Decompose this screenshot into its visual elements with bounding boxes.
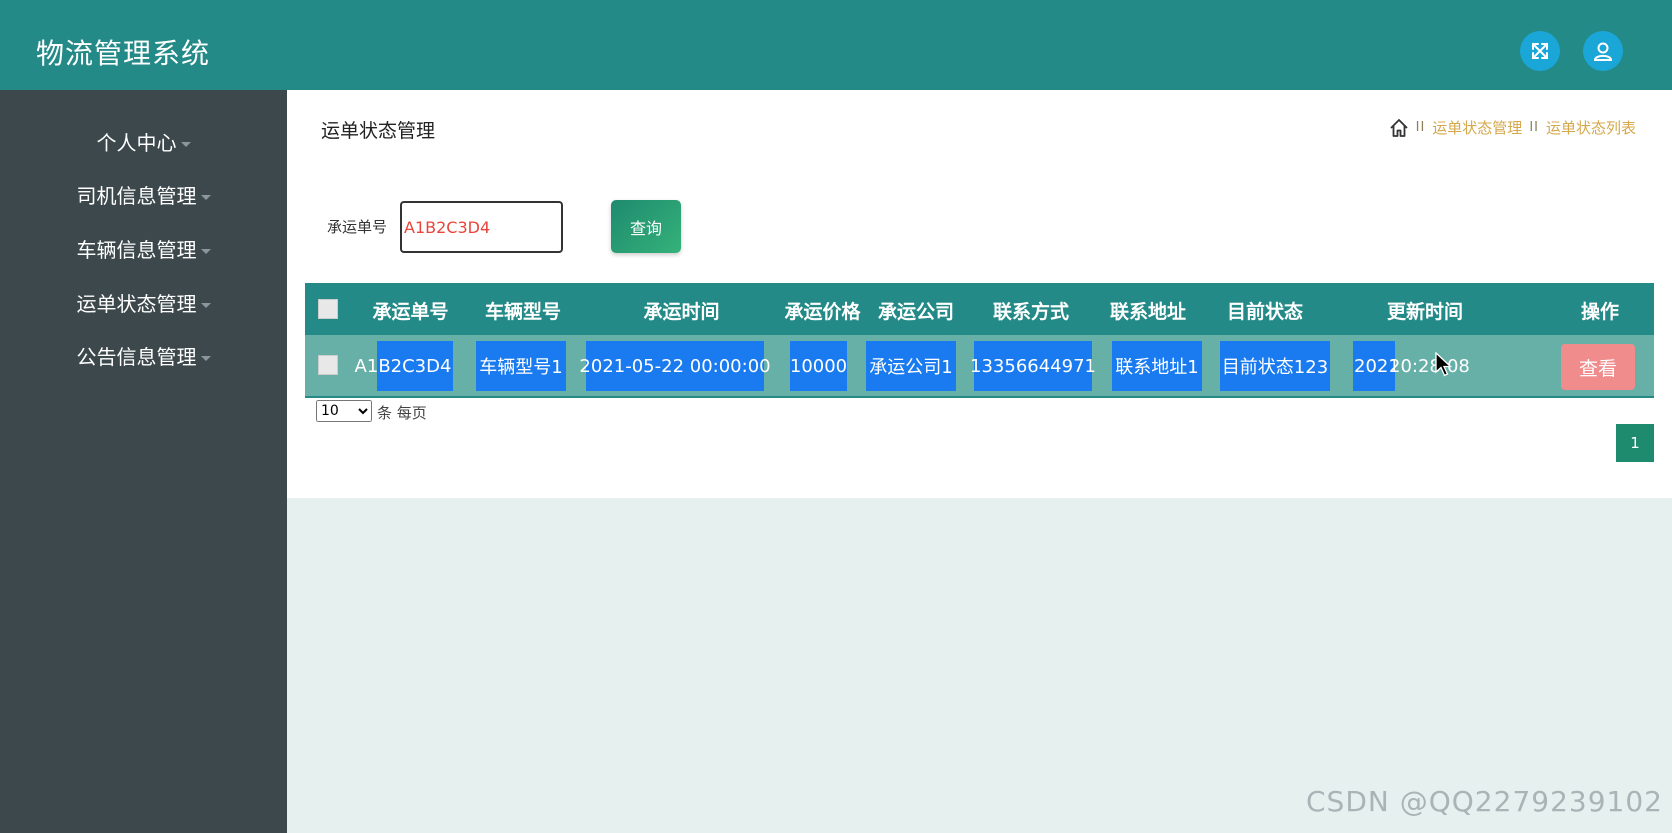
sidebar-item-label: 公告信息管理 (76, 344, 197, 369)
column-header-address: 联系地址 (1109, 301, 1186, 323)
view-button[interactable]: 查看 (1561, 344, 1635, 390)
cell-status: 目前状态123 (1220, 341, 1330, 391)
cell-phone: 13356644971 (970, 341, 1096, 391)
user-menu-button[interactable] (1583, 31, 1623, 71)
sidebar-item-vehicle-management[interactable]: 车辆信息管理 (0, 228, 287, 268)
sidebar-item-notice-management[interactable]: 公告信息管理 (0, 335, 287, 375)
fullscreen-button[interactable] (1520, 31, 1560, 71)
page-number-button[interactable]: 1 (1616, 424, 1654, 462)
sidebar-item-personal-center[interactable]: 个人中心 (0, 121, 287, 161)
page-size-select[interactable]: 10 (316, 400, 372, 422)
sidebar-item-label: 个人中心 (96, 130, 177, 155)
table-header: 承运单号 车辆型号 承运时间 承运价格 承运公司 联系方式 联系地址 目前状态 … (305, 283, 1654, 335)
cell-ship-time: 2021-05-22 00:00:00 (579, 341, 771, 391)
search-label: 承运单号 (327, 218, 388, 236)
sidebar-item-waybill-status-management[interactable]: 运单状态管理 (0, 282, 287, 322)
caret-down-icon (200, 248, 211, 254)
select-all-checkbox[interactable] (318, 299, 338, 319)
page-title: 运单状态管理 (321, 120, 436, 142)
user-icon (1593, 42, 1613, 61)
breadcrumb-item-waybill-status-list[interactable]: 运单状态列表 (1546, 117, 1636, 138)
breadcrumb-separator: II (1415, 120, 1426, 135)
column-header-company: 承运公司 (877, 301, 954, 323)
column-header-ship-time: 承运时间 (643, 301, 720, 323)
caret-down-icon (200, 355, 211, 361)
cell-price: 10000 (790, 341, 847, 391)
expand-icon (1532, 43, 1548, 59)
caret-down-icon (180, 141, 191, 147)
column-header-tracking-number: 承运单号 (372, 301, 449, 323)
column-header-update-time: 更新时间 (1386, 301, 1463, 323)
breadcrumb-item-waybill-status-management[interactable]: 运单状态管理 (1432, 117, 1522, 138)
cell-company: 承运公司1 (866, 341, 956, 391)
column-header-vehicle-model: 车辆型号 (484, 301, 561, 323)
app-title: 物流管理系统 (36, 37, 211, 70)
top-bar (0, 0, 1672, 90)
caret-down-icon (200, 194, 211, 200)
breadcrumb: II 运单状态管理 II 运单状态列表 (1389, 117, 1636, 138)
search-button[interactable]: 查询 (611, 200, 681, 253)
row-checkbox[interactable] (318, 355, 338, 375)
watermark: CSDN @QQ2279239102 (1306, 785, 1663, 818)
column-header-status: 目前状态 (1226, 301, 1303, 323)
cell-address: 联系地址1 (1112, 341, 1202, 391)
sidebar-item-label: 司机信息管理 (76, 183, 197, 208)
sidebar-item-label: 运单状态管理 (76, 291, 197, 316)
mouse-cursor-icon (1435, 352, 1453, 377)
column-header-phone: 联系方式 (992, 301, 1069, 323)
caret-down-icon (200, 302, 211, 308)
sidebar-item-label: 车辆信息管理 (76, 237, 197, 262)
column-header-action: 操作 (1580, 301, 1619, 323)
sidebar-item-driver-management[interactable]: 司机信息管理 (0, 174, 287, 214)
home-icon[interactable] (1389, 118, 1409, 138)
breadcrumb-separator: II (1529, 120, 1539, 135)
tracking-number-input[interactable] (400, 201, 563, 253)
cell-vehicle-model: 车辆型号1 (476, 341, 566, 391)
column-header-price: 承运价格 (784, 301, 861, 323)
page-size-label: 条 每页 (377, 404, 427, 422)
cell-tracking-number: A1B2C3D4 (354, 341, 454, 391)
